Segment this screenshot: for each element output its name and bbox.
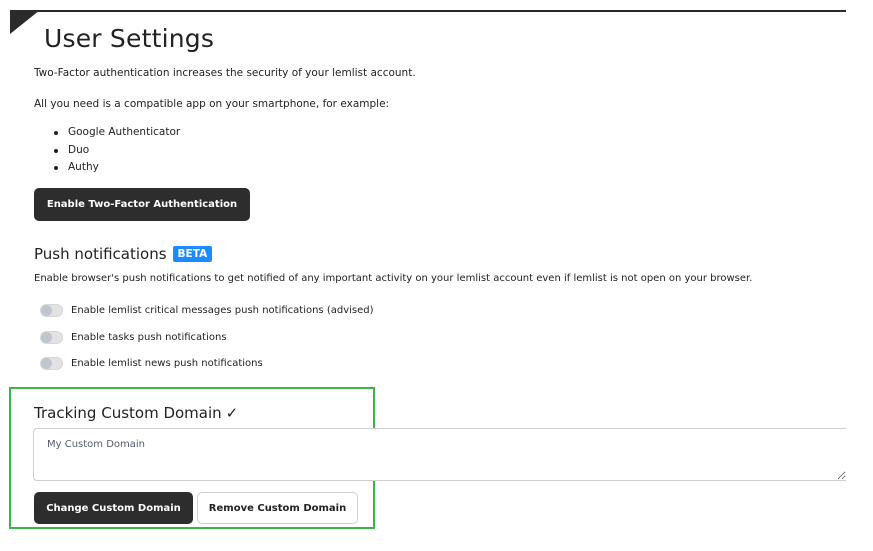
toggle-knob bbox=[41, 358, 52, 369]
critical-messages-toggle[interactable] bbox=[40, 304, 63, 317]
authenticator-app-list: Google Authenticator Duo Authy bbox=[54, 124, 180, 177]
tracking-domain-title: Tracking Custom Domain bbox=[34, 404, 222, 422]
toggle-row-tasks: Enable tasks push notifications bbox=[40, 331, 227, 344]
app-name: Authy bbox=[68, 161, 99, 173]
list-item: Authy bbox=[54, 159, 180, 177]
toggle-knob bbox=[41, 332, 52, 343]
remove-custom-domain-button[interactable]: Remove Custom Domain bbox=[197, 492, 358, 524]
toggle-label: Enable lemlist critical messages push no… bbox=[71, 305, 374, 316]
toggle-knob bbox=[41, 305, 52, 316]
tasks-toggle[interactable] bbox=[40, 331, 63, 344]
page-title: User Settings bbox=[44, 24, 215, 53]
custom-domain-input[interactable] bbox=[33, 428, 846, 481]
app-name: Google Authenticator bbox=[68, 126, 181, 138]
bullet-icon bbox=[54, 166, 58, 170]
toggle-row-news: Enable lemlist news push notifications bbox=[40, 357, 263, 370]
enable-two-factor-button[interactable]: Enable Two-Factor Authentication bbox=[34, 188, 250, 221]
top-divider bbox=[20, 10, 846, 12]
push-notifications-description: Enable browser's push notifications to g… bbox=[34, 273, 753, 284]
check-icon: ✓ bbox=[225, 404, 239, 422]
push-notifications-title: Push notifications bbox=[34, 245, 167, 263]
two-factor-apps-lead: All you need is a compatible app on your… bbox=[34, 98, 390, 110]
toggle-row-critical-messages: Enable lemlist critical messages push no… bbox=[40, 304, 374, 317]
list-item: Duo bbox=[54, 142, 180, 160]
list-item: Google Authenticator bbox=[54, 124, 180, 142]
tracking-domain-heading: Tracking Custom Domain ✓ bbox=[34, 404, 238, 422]
beta-badge: BETA bbox=[172, 246, 213, 262]
news-toggle[interactable] bbox=[40, 357, 63, 370]
app-name: Duo bbox=[68, 143, 90, 156]
toggle-label: Enable tasks push notifications bbox=[71, 332, 227, 343]
change-custom-domain-button[interactable]: Change Custom Domain bbox=[34, 492, 193, 524]
user-settings-page: User Settings Two-Factor authentication … bbox=[0, 0, 873, 551]
toggle-label: Enable lemlist news push notifications bbox=[71, 358, 263, 369]
corner-decoration bbox=[10, 10, 40, 34]
bullet-icon bbox=[54, 131, 58, 135]
bullet-icon bbox=[54, 148, 58, 153]
two-factor-intro: Two-Factor authentication increases the … bbox=[34, 67, 416, 79]
push-notifications-heading: Push notifications BETA bbox=[34, 245, 213, 263]
